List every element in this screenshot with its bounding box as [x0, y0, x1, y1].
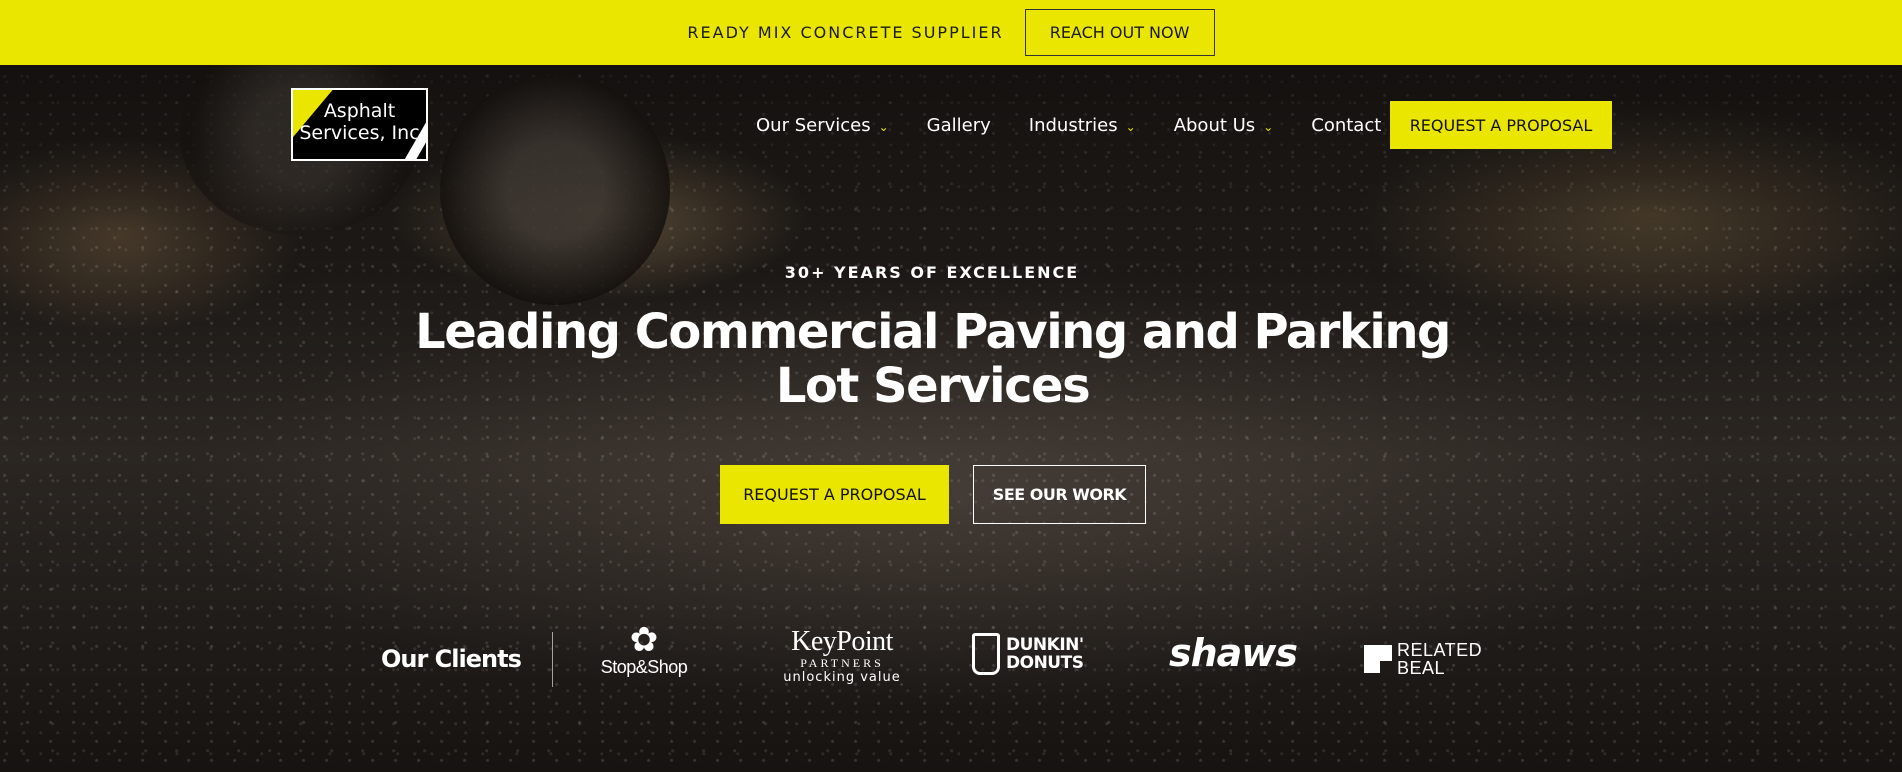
client-logo-stop-shop: ✿ Stop&Shop: [597, 623, 691, 678]
logo-line-1: Asphalt: [323, 100, 396, 122]
client-logo-related-beal: RELATED BEAL: [1364, 641, 1496, 677]
client-subtitle: PARTNERS: [800, 656, 884, 670]
logo-text: Asphalt Services, Inc: [293, 100, 426, 144]
client-name: KeyPoint: [791, 626, 893, 657]
hero-request-proposal-button[interactable]: REQUEST A PROPOSAL: [720, 465, 949, 524]
nav-item-label: About Us: [1173, 115, 1256, 136]
client-name-line: BEAL: [1397, 658, 1446, 678]
client-name: RELATED BEAL: [1397, 641, 1482, 677]
nav-item-gallery[interactable]: Gallery: [927, 115, 991, 136]
announcement-text: READY MIX CONCRETE SUPPLIER: [687, 23, 1004, 42]
client-name: DUNKIN' DONUTS: [1006, 636, 1084, 672]
nav-item-about-us[interactable]: About Us ⌄: [1174, 115, 1274, 136]
clients-divider: [552, 632, 553, 687]
nav-item-contact[interactable]: Contact: [1311, 115, 1381, 136]
hero-headline: Leading Commercial Paving and Parking Lo…: [415, 304, 1451, 414]
announcement-bar: READY MIX CONCRETE SUPPLIER REACH OUT NO…: [0, 0, 1902, 65]
header-request-proposal-button[interactable]: REQUEST A PROPOSAL: [1390, 101, 1612, 149]
hero-section: Asphalt Services, Inc Our Services ⌄ Gal…: [0, 65, 1902, 772]
coffee-cup-icon: [972, 633, 1000, 675]
nav-item-label: Gallery: [926, 115, 991, 136]
site-header: Asphalt Services, Inc Our Services ⌄ Gal…: [0, 65, 1902, 185]
client-logo-shaws: shaws: [1168, 631, 1298, 675]
related-square-icon: [1364, 645, 1392, 673]
client-name-line: DUNKIN': [1006, 635, 1084, 655]
nav-item-label: Industries: [1028, 115, 1118, 136]
clients-heading: Our Clients: [381, 645, 522, 673]
main-nav: Our Services ⌄ Gallery Industries ⌄ Abou…: [756, 115, 1419, 136]
nav-item-label: Our Services: [756, 115, 871, 136]
nav-item-industries[interactable]: Industries ⌄: [1029, 115, 1136, 136]
stop-shop-leaf-icon: ✿: [629, 621, 659, 659]
chevron-down-icon: ⌄: [878, 119, 889, 134]
client-tagline: unlocking value: [783, 670, 901, 685]
logo-line-2: Services, Inc: [299, 122, 420, 144]
client-name-line: DONUTS: [1006, 653, 1084, 673]
see-our-work-button[interactable]: SEE OUR WORK: [973, 465, 1146, 524]
chevron-down-icon: ⌄: [1125, 119, 1136, 134]
client-name: Stop&Shop: [600, 657, 688, 677]
company-logo[interactable]: Asphalt Services, Inc: [291, 88, 428, 161]
hero-eyebrow: 30+ YEARS OF EXCELLENCE: [784, 263, 1080, 282]
client-name-line: RELATED: [1397, 640, 1483, 660]
chevron-down-icon: ⌄: [1263, 119, 1274, 134]
nav-item-label: Contact: [1311, 115, 1382, 136]
reach-out-button[interactable]: REACH OUT NOW: [1024, 9, 1215, 56]
client-logo-keypoint: KeyPoint PARTNERS unlocking value: [772, 628, 912, 686]
client-logo-dunkin: DUNKIN' DONUTS: [972, 633, 1102, 675]
nav-item-our-services[interactable]: Our Services ⌄: [756, 115, 889, 136]
